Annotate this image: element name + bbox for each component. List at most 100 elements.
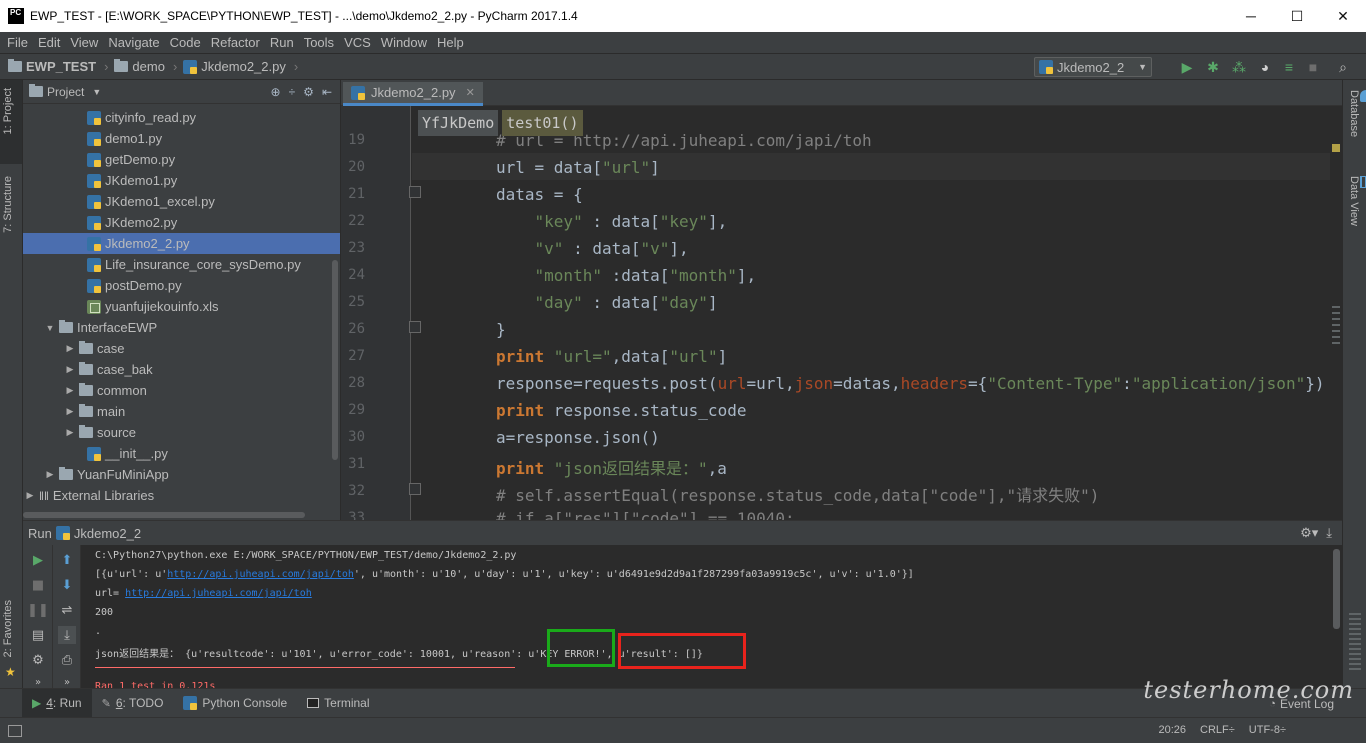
console-url-link[interactable]: http://api.juheapi.com/japi/toh [167,569,354,580]
tree-item-file[interactable]: JKdemo1.py [87,170,177,191]
tree-item-folder[interactable]: ▼ InterfaceEWP [45,317,157,338]
tree-item-file[interactable]: yuanfujiekouinfo.xls [87,296,218,317]
pause-icon[interactable]: ❚❚ [27,601,49,619]
tree-item-folder[interactable]: ▶ main [65,401,125,422]
project-tool-tab[interactable]: 1: Project [2,88,14,134]
chevron-down-icon[interactable]: ▼ [92,87,101,97]
tree-item-file[interactable]: postDemo.py [87,275,182,296]
breadcrumb-method-chip[interactable]: test01() [502,110,583,136]
gear-icon[interactable]: ⚙ [303,85,314,99]
dump-threads-icon[interactable]: ▤ [29,626,47,644]
code-editor[interactable]: 19 20 21 22 23 24 25 26 27 28 29 30 31 3… [341,106,1342,520]
tree-item-file-selected[interactable]: Jkdemo2_2.py [23,233,340,254]
up-arrow-icon[interactable]: ⬆ [58,551,76,569]
chevron-down-icon[interactable]: ▼ [45,323,55,333]
chevron-right-icon[interactable]: ▶ [65,343,75,354]
stop-icon[interactable]: ■ [1304,58,1322,76]
warning-indicator-icon[interactable] [1332,144,1340,152]
print-icon[interactable]: ⎙ [58,651,76,669]
tree-item-folder[interactable]: ▶ common [65,380,147,401]
fold-marker-icon[interactable] [409,321,421,333]
console-vertical-scrollbar[interactable] [1333,549,1340,629]
chevron-right-icon[interactable]: ▶ [65,385,75,396]
menu-tools[interactable]: Tools [299,35,339,50]
stop-icon[interactable]: ■ [29,576,47,594]
scroll-to-end-icon[interactable]: ⤓ [58,626,76,644]
favorites-tool-tab[interactable]: 2: Favorites [2,600,14,657]
menu-run[interactable]: Run [265,35,299,50]
caret-position[interactable]: 20:26 [1159,724,1187,736]
fold-marker-icon[interactable] [409,186,421,198]
tab-python-console[interactable]: Python Console [173,689,297,718]
tree-item-folder[interactable]: ▶ case_bak [65,359,153,380]
soft-wrap-icon[interactable]: ⇌ [58,601,76,619]
settings-icon[interactable]: ⚙ [29,651,47,669]
tree-item-file[interactable]: getDemo.py [87,149,175,170]
database-tool-tab[interactable]: Database [1348,90,1366,137]
run-console-output[interactable]: C:\Python27\python.exe E:/WORK_SPACE/PYT… [81,545,1336,689]
hide-panel-icon[interactable]: ⤓ [1326,525,1332,541]
close-icon[interactable]: ✕ [466,86,475,99]
tool-windows-toggle-icon[interactable] [8,724,22,737]
structure-tool-tab[interactable]: 7: Structure [2,176,14,233]
run-icon[interactable]: ▶ [1178,58,1196,76]
breadcrumb-project[interactable]: EWP_TEST › [8,59,108,74]
minimize-button[interactable]: ─ [1228,0,1274,32]
coverage-icon[interactable]: ⁂ [1230,58,1248,76]
encoding-select[interactable]: UTF-8÷ [1249,724,1286,736]
tree-item-file[interactable]: JKdemo1_excel.py [87,191,215,212]
hide-panel-icon[interactable]: ⇤ [322,85,332,99]
tree-item-file[interactable]: demo1.py [87,128,162,149]
menu-file[interactable]: File [2,35,33,50]
menu-navigate[interactable]: Navigate [103,35,164,50]
run-config-tab[interactable]: Jkdemo2_2 [74,526,141,541]
menu-window[interactable]: Window [376,35,432,50]
console-url-link[interactable]: http://api.juheapi.com/japi/toh [125,588,312,599]
tree-item-folder[interactable]: ▶ YuanFuMiniApp [45,464,169,485]
run-configuration-select[interactable]: Jkdemo2_2 ▼ [1034,57,1152,77]
tab-todo[interactable]: ✎ 6: TODO [92,689,174,718]
event-log-tab[interactable]: ◔ Event Log [1269,697,1334,711]
search-icon[interactable]: ⌕ [1334,58,1352,76]
profile-icon[interactable]: ◕ [1256,58,1274,76]
gear-icon[interactable]: ⚙▾ [1300,525,1318,541]
horizontal-scrollbar[interactable] [23,512,305,518]
collapse-all-icon[interactable]: ÷ [289,85,296,99]
menu-vcs[interactable]: VCS [339,35,376,50]
tree-item-folder[interactable]: ▶ source [65,422,136,443]
tab-run[interactable]: ▶ 4: Run [22,688,92,718]
concurrency-icon[interactable]: ≡ [1280,58,1298,76]
tree-item-libraries[interactable]: ▶ ‖‖ External Libraries [25,485,155,506]
tree-item-folder[interactable]: ▶ case [65,338,124,359]
maximize-button[interactable]: ☐ [1274,0,1320,32]
data-view-tool-tab[interactable]: Data View [1348,176,1366,226]
close-button[interactable]: ✕ [1320,0,1366,32]
rerun-icon[interactable]: ▶ [29,551,47,569]
down-arrow-icon[interactable]: ⬇ [58,576,76,594]
vertical-scrollbar[interactable] [332,260,338,460]
breadcrumb-demo[interactable]: demo › [114,59,177,74]
tree-item-file[interactable]: JKdemo2.py [87,212,177,233]
tree-item-file[interactable]: __init__.py [87,443,168,464]
editor-tab-jkdemo2-2[interactable]: Jkdemo2_2.py ✕ [343,82,483,106]
breadcrumb-file[interactable]: Jkdemo2_2.py › [183,59,298,74]
chevron-right-icon[interactable]: ▶ [45,469,55,480]
breadcrumb-class-chip[interactable]: YfJkDemo [418,110,499,136]
chevron-right-icon[interactable]: ▶ [65,406,75,417]
chevron-right-icon[interactable]: ▶ [65,427,75,438]
menu-help[interactable]: Help [432,35,469,50]
menu-edit[interactable]: Edit [33,35,65,50]
tab-terminal[interactable]: Terminal [297,689,379,718]
project-view-select[interactable]: Project [47,85,84,99]
tree-item-file[interactable]: cityinfo_read.py [87,107,196,128]
line-separator-select[interactable]: CRLF÷ [1200,724,1235,736]
scroll-from-source-icon[interactable]: ⊕ [271,85,281,99]
menu-code[interactable]: Code [165,35,206,50]
debug-icon[interactable]: ✱ [1204,58,1222,76]
chevron-right-icon[interactable]: ▶ [65,364,75,375]
menu-refactor[interactable]: Refactor [206,35,265,50]
chevron-right-icon[interactable]: ▶ [25,490,35,501]
tree-item-file[interactable]: Life_insurance_core_sysDemo.py [87,254,301,275]
menu-view[interactable]: View [65,35,103,50]
fold-marker-icon[interactable] [409,483,421,495]
